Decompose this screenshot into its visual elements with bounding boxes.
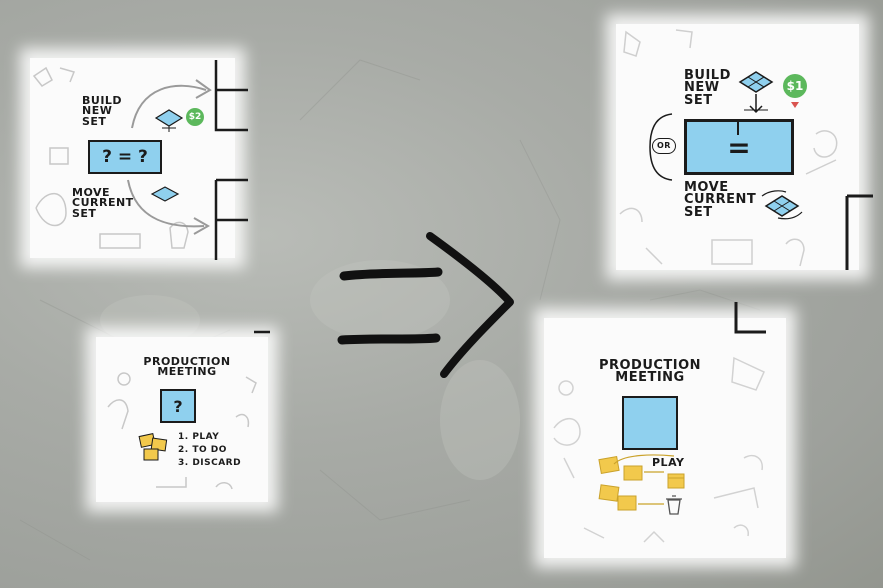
left-top-card: BUILD NEW SET $2 ? = ? MOVE CURRENT SET <box>30 58 235 258</box>
step-discard: 3. DISCARD <box>178 458 242 468</box>
build-new-set-label: BUILD NEW SET <box>82 94 123 128</box>
connector-lines <box>845 194 873 270</box>
connector-lines <box>214 60 248 260</box>
production-meeting-title: PRODUCTION MEETING <box>598 358 702 386</box>
trash-icon <box>666 495 682 515</box>
implies-arrow-icon <box>337 232 514 378</box>
build-tile-icon <box>738 71 774 114</box>
calendar-icon <box>667 473 685 489</box>
step-play: 1. PLAY <box>178 432 220 442</box>
or-label: OR <box>652 138 676 154</box>
right-bottom-card: PRODUCTION MEETING PLAY <box>544 318 786 558</box>
move-set-icon <box>761 190 803 220</box>
step-to-do: 2. TO DO <box>178 445 227 455</box>
box-divider <box>737 119 739 135</box>
mystery-box: ? <box>160 389 196 423</box>
price-down-arrow-icon <box>791 102 799 108</box>
production-meeting-title: PRODUCTION MEETING <box>143 355 231 379</box>
set-tile-icon <box>154 109 184 132</box>
equation-box: ? = ? <box>88 140 162 174</box>
production-box <box>622 396 678 450</box>
coin-badge: $1 <box>783 74 807 98</box>
move-current-set-label: MOVE CURRENT SET <box>684 180 757 220</box>
play-label: PLAY <box>652 456 685 469</box>
connector-lines <box>734 302 766 334</box>
right-top-card: BUILD NEW SET $1 OR = MOVE CURRENT SET <box>616 24 859 270</box>
equation-box: = <box>684 119 794 175</box>
left-bottom-card: PRODUCTION MEETING ? 1. PLAY 2. TO DO 3.… <box>96 337 268 502</box>
action-cards-icon <box>138 433 168 461</box>
build-new-set-label: BUILD NEW SET <box>684 68 731 108</box>
coin-badge: $2 <box>186 108 204 126</box>
connector-lines <box>254 330 270 334</box>
move-set-icon <box>150 186 180 202</box>
